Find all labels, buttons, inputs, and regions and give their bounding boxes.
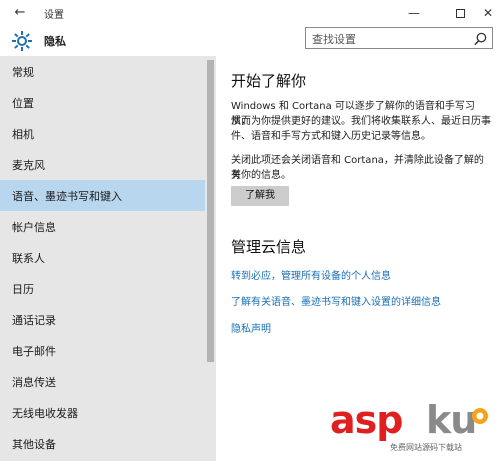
back-arrow-icon[interactable]: ← <box>10 3 30 23</box>
sidebar-item-label: 电子邮件 <box>12 345 56 358</box>
sidebar-item-radios[interactable]: 无线电收发器 <box>0 397 205 428</box>
sidebar-scrollbar-thumb[interactable] <box>207 60 214 362</box>
minimize-button[interactable]: — <box>400 0 428 26</box>
sidebar-item-contacts[interactable]: 联系人 <box>0 242 205 273</box>
sidebar-item-location[interactable]: 位置 <box>0 87 205 118</box>
title-bar: ← 设置 — ✕ <box>0 0 500 26</box>
sidebar-item-general[interactable]: 常规 <box>0 56 205 87</box>
close-button[interactable]: ✕ <box>474 0 500 26</box>
sidebar-item-label: 消息传送 <box>12 376 56 389</box>
maximize-icon <box>455 9 465 18</box>
sidebar-item-camera[interactable]: 相机 <box>0 118 205 149</box>
maximize-button[interactable] <box>446 0 474 26</box>
sidebar-item-label: 相机 <box>12 128 34 141</box>
sidebar-item-label: 其他设备 <box>12 438 56 451</box>
learn-more-link[interactable]: 了解有关语音、墨迹书写和键入设置的详细信息 <box>231 293 441 308</box>
get-to-know-me-button[interactable]: 了解我 <box>231 186 289 206</box>
watermark-logo: asp ku 免费网站源码下载站 <box>322 398 500 461</box>
page-title: 隐私 <box>44 35 66 48</box>
sidebar-item-account-info[interactable]: 帐户信息 <box>0 211 205 242</box>
sidebar-item-label: 帐户信息 <box>12 221 56 234</box>
sidebar-item-label: 通话记录 <box>12 314 56 327</box>
window-title: 设置 <box>44 10 64 21</box>
privacy-statement-link[interactable]: 隐私声明 <box>231 320 271 335</box>
bing-manage-link[interactable]: 转到必应，管理所有设备的个人信息 <box>231 267 391 282</box>
watermark-dot-icon <box>472 408 488 424</box>
search-input[interactable]: 查找设置 <box>305 27 493 49</box>
watermark-brand-gray: ku <box>426 398 477 442</box>
notice-text-line-2: 关你的信息。 <box>231 170 291 181</box>
page-header: 隐私 查找设置 <box>0 26 500 56</box>
section-heading-get-to-know-you: 开始了解你 <box>231 72 307 90</box>
sidebar-item-label: 语音、墨迹书写和键入 <box>12 190 122 203</box>
sidebar-item-label: 麦克风 <box>12 159 45 172</box>
watermark-brand-red: asp <box>330 398 403 442</box>
sidebar-item-microphone[interactable]: 麦克风 <box>0 149 205 180</box>
gear-icon <box>12 31 32 51</box>
sidebar-item-label: 日历 <box>12 283 34 296</box>
search-placeholder: 查找设置 <box>312 33 356 46</box>
sidebar-item-calendar[interactable]: 日历 <box>0 273 205 304</box>
sidebar-item-label: 无线电收发器 <box>12 407 78 420</box>
sidebar-item-messaging[interactable]: 消息传送 <box>0 366 205 397</box>
sidebar-item-other-devices[interactable]: 其他设备 <box>0 428 205 459</box>
sidebar-item-label: 常规 <box>12 66 34 79</box>
sidebar-item-label: 位置 <box>12 97 34 110</box>
sidebar-item-call-history[interactable]: 通话记录 <box>0 304 205 335</box>
watermark-subtitle: 免费网站源码下载站 <box>390 443 462 452</box>
sidebar: 常规 位置 相机 麦克风 语音、墨迹书写和键入 帐户信息 联系人 日历 通话记录… <box>0 56 216 461</box>
sidebar-item-speech-inking-typing[interactable]: 语音、墨迹书写和键入 <box>0 180 205 211</box>
intro-text-line-2: 从而为你提供更好的建议。我们将收集联系人、最近日历事 <box>231 116 491 127</box>
section-heading-manage-cloud-info: 管理云信息 <box>231 238 307 256</box>
intro-text-line-3: 件、语音和手写方式和键入历史记录等信息。 <box>231 131 431 142</box>
sidebar-item-label: 联系人 <box>12 252 45 265</box>
search-icon[interactable] <box>473 31 488 46</box>
sidebar-item-email[interactable]: 电子邮件 <box>0 335 205 366</box>
